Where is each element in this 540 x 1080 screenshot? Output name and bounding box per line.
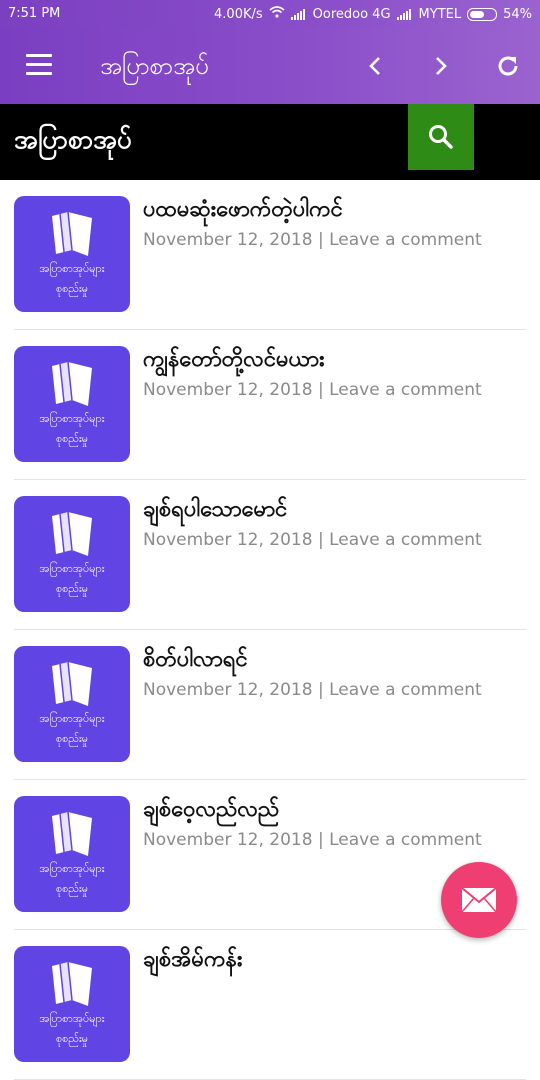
- thumbnail-caption-1: အပြာစာအုပ်များ: [39, 712, 105, 725]
- thumbnail-caption-2: စုစည်းမှု: [55, 582, 89, 595]
- post-item: အပြာစာအုပ်များစုစည်းမှု ချစ်ရပါသောမောင် No…: [14, 480, 526, 630]
- thumbnail-caption-2: စုစည်းမှု: [55, 732, 89, 745]
- post-thumbnail[interactable]: အပြာစာအုပ်များစုစည်းမှု: [14, 346, 130, 462]
- thumbnail-caption-2: စုစည်းမှု: [55, 432, 89, 445]
- book-icon: [52, 361, 92, 406]
- thumbnail-caption-1: အပြာစာအုပ်များ: [39, 862, 105, 875]
- post-title[interactable]: ပထမဆုံးဖောက်တဲ့ပါကင်: [143, 194, 343, 227]
- network-speed: 4.00K/s: [214, 6, 263, 22]
- post-date[interactable]: November 12, 2018: [143, 230, 313, 250]
- post-item: အပြာစာအုပ်များစုစည်းမှု ချစ်အိမ်ကန်း: [14, 930, 526, 1080]
- wifi-icon: [269, 6, 285, 22]
- book-icon: [52, 211, 92, 256]
- search-button[interactable]: [408, 104, 474, 170]
- chevron-left-icon[interactable]: [357, 48, 393, 84]
- battery-level: 54%: [503, 6, 532, 22]
- thumbnail-caption-2: စုစည်းမှု: [55, 882, 89, 895]
- book-icon: [52, 511, 92, 556]
- leave-comment-link[interactable]: Leave a comment: [329, 830, 482, 850]
- post-date[interactable]: November 12, 2018: [143, 680, 313, 700]
- meta-separator: |: [317, 830, 324, 850]
- search-bar: အပြာစာအုပ်: [0, 104, 540, 180]
- thumbnail-caption-1: အပြာစာအုပ်များ: [39, 562, 105, 575]
- book-icon: [52, 961, 92, 1006]
- post-thumbnail[interactable]: အပြာစာအုပ်များစုစည်းမှု: [14, 496, 130, 612]
- post-meta: November 12, 2018 | Leave a comment: [143, 380, 482, 400]
- book-icon: [52, 811, 92, 856]
- post-meta: November 12, 2018 | Leave a comment: [143, 680, 482, 700]
- signal-icon: [290, 8, 305, 20]
- mail-icon: [461, 887, 497, 913]
- carrier-1: Ooredoo 4G: [312, 6, 391, 22]
- meta-separator: |: [317, 380, 324, 400]
- post-title[interactable]: ချစ်အိမ်ကန်း: [143, 944, 243, 977]
- chevron-right-icon[interactable]: [423, 48, 459, 84]
- status-right: 4.00K/s Ooredoo 4G MYTEL 54%: [214, 6, 532, 22]
- post-item: အပြာစာအုပ်များစုစည်းမှု စိတ်ပါလာရင် Novemb…: [14, 630, 526, 780]
- signal-icon-2: [396, 8, 411, 20]
- leave-comment-link[interactable]: Leave a comment: [329, 380, 482, 400]
- meta-separator: |: [317, 680, 324, 700]
- thumbnail-caption-1: အပြာစာအုပ်များ: [39, 412, 105, 425]
- post-date[interactable]: November 12, 2018: [143, 380, 313, 400]
- post-meta: November 12, 2018 | Leave a comment: [143, 530, 482, 550]
- status-bar: 7:51 PM 4.00K/s Ooredoo 4G MYTEL 54%: [0, 0, 540, 28]
- post-thumbnail[interactable]: အပြာစာအုပ်များစုစည်းမှု: [14, 796, 130, 912]
- leave-comment-link[interactable]: Leave a comment: [329, 530, 482, 550]
- post-date[interactable]: November 12, 2018: [143, 530, 313, 550]
- status-time: 7:51 PM: [8, 6, 61, 21]
- meta-separator: |: [317, 230, 324, 250]
- refresh-icon[interactable]: [490, 48, 526, 84]
- hamburger-icon[interactable]: [26, 54, 52, 76]
- carrier-2: MYTEL: [418, 6, 462, 22]
- post-meta: November 12, 2018 | Leave a comment: [143, 230, 482, 250]
- post-meta: November 12, 2018 | Leave a comment: [143, 830, 482, 850]
- app-title: အပြာစာအုပ်: [100, 52, 209, 80]
- post-date[interactable]: November 12, 2018: [143, 830, 313, 850]
- battery-icon: [467, 7, 498, 21]
- mail-fab-button[interactable]: [441, 862, 517, 938]
- thumbnail-caption-2: စုစည်းမှု: [55, 282, 89, 295]
- post-title[interactable]: ကျွန်တော်တို့လင်မယား: [143, 344, 325, 377]
- meta-separator: |: [317, 530, 324, 550]
- post-title[interactable]: စိတ်ပါလာရင်: [143, 644, 248, 677]
- book-icon: [52, 661, 92, 706]
- post-thumbnail[interactable]: အပြာစာအုပ်များစုစည်းမှု: [14, 646, 130, 762]
- search-icon: [429, 125, 453, 149]
- leave-comment-link[interactable]: Leave a comment: [329, 230, 482, 250]
- thumbnail-caption-1: အပြာစာအုပ်များ: [39, 1012, 105, 1025]
- site-heading: အပြာစာအုပ်: [14, 125, 132, 155]
- post-item: အပြာစာအုပ်များစုစည်းမှု ပထမဆုံးဖောက်တဲ့ပါ…: [14, 180, 526, 330]
- post-title[interactable]: ချစ်ရပါသောမောင်: [143, 494, 287, 527]
- post-thumbnail[interactable]: အပြာစာအုပ်များစုစည်းမှု: [14, 196, 130, 312]
- thumbnail-caption-1: အပြာစာအုပ်များ: [39, 262, 105, 275]
- post-item: အပြာစာအုပ်များစုစည်းမှု ကျွန်တော်တို့လင်မ…: [14, 330, 526, 480]
- post-title[interactable]: ချစ်ဝေ့လည်လည်: [143, 794, 279, 827]
- post-thumbnail[interactable]: အပြာစာအုပ်များစုစည်းမှု: [14, 946, 130, 1062]
- leave-comment-link[interactable]: Leave a comment: [329, 680, 482, 700]
- thumbnail-caption-2: စုစည်းမှု: [55, 1032, 89, 1045]
- app-bar: အပြာစာအုပ်: [0, 28, 540, 104]
